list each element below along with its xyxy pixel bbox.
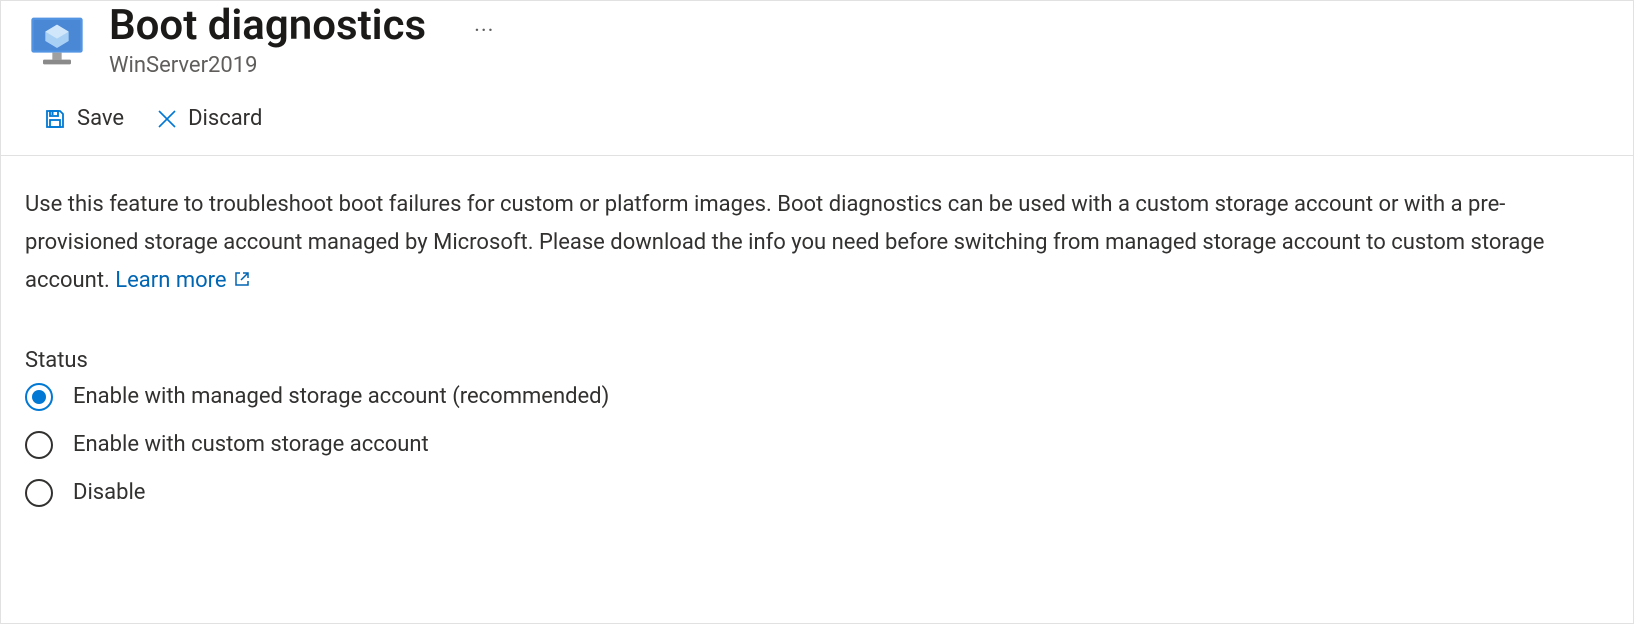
resource-subtitle: WinServer2019 <box>109 53 502 78</box>
status-radio-group: Enable with managed storage account (rec… <box>25 383 1609 507</box>
status-option-custom[interactable]: Enable with custom storage account <box>25 431 1609 459</box>
learn-more-link[interactable]: Learn more <box>115 262 250 300</box>
radio-label: Enable with managed storage account (rec… <box>73 384 609 409</box>
content-area: Use this feature to troubleshoot boot fa… <box>1 156 1633 506</box>
header-text: Boot diagnostics ··· WinServer2019 <box>109 1 502 78</box>
boot-diagnostics-panel: Boot diagnostics ··· WinServer2019 Save <box>0 0 1634 624</box>
radio-indicator <box>25 383 53 411</box>
description-text: Use this feature to troubleshoot boot fa… <box>25 192 1544 293</box>
command-bar: Save Discard <box>1 78 1633 156</box>
save-label: Save <box>77 106 124 131</box>
discard-button[interactable]: Discard <box>154 102 264 135</box>
save-icon <box>43 107 67 131</box>
page-title: Boot diagnostics <box>109 1 426 51</box>
discard-label: Discard <box>188 106 262 131</box>
radio-indicator <box>25 431 53 459</box>
external-link-icon <box>233 262 251 300</box>
vm-icon <box>29 13 85 69</box>
description-block: Use this feature to troubleshoot boot fa… <box>25 186 1545 299</box>
more-actions-button[interactable]: ··· <box>466 17 502 47</box>
panel-header: Boot diagnostics ··· WinServer2019 <box>1 1 1633 78</box>
learn-more-label: Learn more <box>115 262 226 300</box>
close-icon <box>156 108 178 130</box>
radio-label: Enable with custom storage account <box>73 432 429 457</box>
radio-indicator <box>25 479 53 507</box>
radio-label: Disable <box>73 480 145 505</box>
status-option-disable[interactable]: Disable <box>25 479 1609 507</box>
status-label: Status <box>25 348 1609 373</box>
save-button[interactable]: Save <box>41 102 126 135</box>
status-option-managed[interactable]: Enable with managed storage account (rec… <box>25 383 1609 411</box>
